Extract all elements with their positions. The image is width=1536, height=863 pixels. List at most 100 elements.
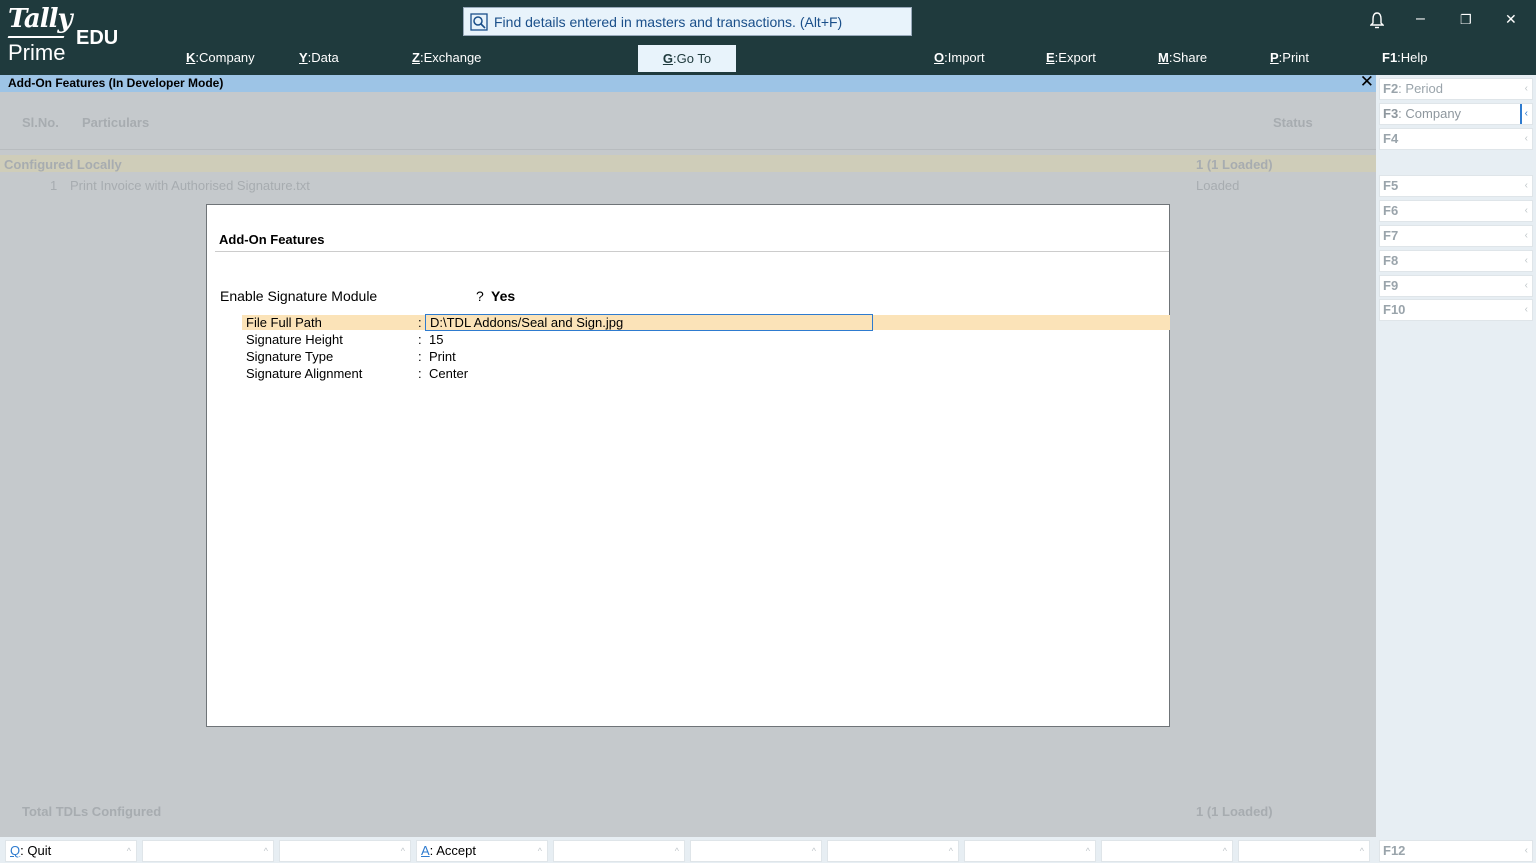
chevron-up-icon: ^ (1085, 846, 1090, 856)
side-button-f8[interactable]: F8 ‹ (1379, 250, 1533, 272)
menu-exchange[interactable]: Z:Exchange (412, 50, 481, 65)
menu-exchange-label: Exchange (423, 50, 482, 65)
menu-print-label: Print (1282, 50, 1310, 65)
header-divider (0, 149, 1376, 150)
signature-alignment-colon: : (418, 366, 422, 381)
menu-goto-key: G (662, 51, 674, 66)
logo-prime: Prime (8, 40, 66, 65)
quit-label: Quit (27, 843, 52, 858)
search-placeholder: Find details entered in masters and tran… (494, 13, 843, 30)
bottom-button-empty-7[interactable]: ^ (1101, 840, 1233, 862)
menu-goto[interactable]: G: Go To (638, 45, 736, 72)
menu-company-label: Company (199, 50, 255, 65)
side-button-f5[interactable]: F5 ‹ (1379, 175, 1533, 197)
minimize-button[interactable]: – (1416, 10, 1425, 28)
signature-height-value[interactable]: 15 (429, 332, 443, 347)
file-path-colon: : (418, 315, 422, 330)
side-button-f9[interactable]: F9 ‹ (1379, 275, 1533, 297)
accept-key: A (421, 843, 430, 858)
dialog-title: Add-On Features (219, 232, 325, 247)
chevron-up-icon: ^ (400, 846, 405, 856)
enable-signature-label: Enable Signature Module (220, 288, 378, 304)
logo-tally: Tally (8, 4, 73, 34)
accept-button[interactable]: A: Accept ^ (416, 840, 548, 862)
menu-data[interactable]: Y:Data (299, 50, 339, 65)
bottom-button-empty-2[interactable]: ^ (279, 840, 411, 862)
bottom-button-empty-5[interactable]: ^ (827, 840, 959, 862)
bottom-button-empty-8[interactable]: ^ (1238, 840, 1370, 862)
chevron-left-icon: ‹ (1524, 845, 1528, 856)
chevron-left-icon: ‹ (1519, 104, 1528, 124)
addon-features-dialog: Add-On Features Enable Signature Module … (206, 204, 1170, 727)
close-screen-icon[interactable]: ✕ (1360, 73, 1374, 90)
search-icon (470, 12, 488, 31)
row-name[interactable]: Print Invoice with Authorised Signature.… (70, 178, 310, 193)
search-bar[interactable]: Find details entered in masters and tran… (463, 7, 912, 36)
total-status: 1 (1 Loaded) (1196, 804, 1273, 819)
menu-share[interactable]: M:Share (1158, 50, 1207, 65)
menu-goto-label: Go To (676, 51, 712, 66)
menu-help-label: Help (1400, 50, 1428, 65)
side-button-f6[interactable]: F6 ‹ (1379, 200, 1533, 222)
side-button-f12[interactable]: F12 ‹ (1379, 840, 1533, 862)
quit-button[interactable]: Q: Quit ^ (5, 840, 137, 862)
screen-title-bar: Add-On Features (In Developer Mode) ✕ (0, 73, 1376, 92)
logo-underline (7, 36, 65, 38)
menu-import-label: Import (947, 50, 985, 65)
bell-icon[interactable] (1370, 12, 1384, 29)
file-path-input[interactable] (425, 314, 873, 331)
chevron-up-icon: ^ (1222, 846, 1227, 856)
menu-export-key: E (1046, 50, 1055, 65)
restore-button[interactable]: ❐ (1460, 12, 1472, 28)
side-key: F7 (1383, 228, 1399, 243)
chevron-left-icon: ‹ (1524, 205, 1528, 216)
side-button-period[interactable]: F2: Period ‹ (1379, 78, 1533, 100)
bottom-button-empty-1[interactable]: ^ (142, 840, 274, 862)
side-key: F4 (1383, 131, 1399, 146)
file-path-label: File Full Path (246, 315, 322, 330)
menu-help[interactable]: F1:Help (1382, 50, 1428, 65)
menu-import-key: O (934, 50, 945, 65)
enable-signature-value[interactable]: Yes (491, 288, 515, 304)
screen-title: Add-On Features (In Developer Mode) (8, 76, 224, 90)
chevron-up-icon: ^ (537, 846, 542, 856)
menu-export[interactable]: E:Export (1046, 50, 1096, 65)
signature-height-colon: : (418, 332, 422, 347)
signature-type-label: Signature Type (246, 349, 334, 364)
chevron-up-icon: ^ (263, 846, 268, 856)
signature-type-colon: : (418, 349, 422, 364)
menu-share-label: Share (1172, 50, 1208, 65)
bottom-button-bar: Q: Quit ^ ^ ^ A: Accept ^ ^ ^ ^ ^ ^ ^ (0, 837, 1376, 863)
quit-key: Q (10, 843, 21, 858)
menu-company[interactable]: K:Company (186, 50, 255, 65)
chevron-left-icon: ‹ (1524, 83, 1528, 94)
bottom-button-empty-3[interactable]: ^ (553, 840, 685, 862)
signature-alignment-label: Signature Alignment (246, 366, 363, 381)
menu-company-key: K (186, 50, 196, 65)
menu-exchange-key: Z (412, 50, 420, 65)
close-button[interactable]: ✕ (1505, 11, 1517, 28)
menu-print-key: P (1270, 50, 1279, 65)
bottom-button-empty-4[interactable]: ^ (690, 840, 822, 862)
side-button-company[interactable]: F3: Company ‹ (1379, 103, 1533, 125)
chevron-up-icon: ^ (1359, 846, 1364, 856)
row-status: Loaded (1196, 178, 1240, 193)
group-status: 1 (1 Loaded) (1196, 157, 1273, 172)
chevron-left-icon: ‹ (1524, 280, 1528, 291)
column-slno: Sl.No. (22, 115, 59, 130)
chevron-up-icon: ^ (948, 846, 953, 856)
side-button-f7[interactable]: F7 ‹ (1379, 225, 1533, 247)
chevron-up-icon: ^ (674, 846, 679, 856)
menu-print[interactable]: P:Print (1270, 50, 1309, 65)
side-key: F12 (1383, 843, 1406, 858)
signature-type-value[interactable]: Print (429, 349, 456, 364)
signature-alignment-value[interactable]: Center (429, 366, 468, 381)
side-button-f4[interactable]: F4 ‹ (1379, 128, 1533, 150)
bottom-button-empty-6[interactable]: ^ (964, 840, 1096, 862)
side-label: Period (1405, 81, 1443, 96)
side-key: F6 (1383, 203, 1399, 218)
logo-edu: EDU (76, 27, 119, 49)
side-button-f10[interactable]: F10 ‹ (1379, 299, 1533, 321)
menu-import[interactable]: O:Import (934, 50, 985, 65)
top-bar: Tally Prime EDU Find details entered in … (0, 0, 1536, 75)
